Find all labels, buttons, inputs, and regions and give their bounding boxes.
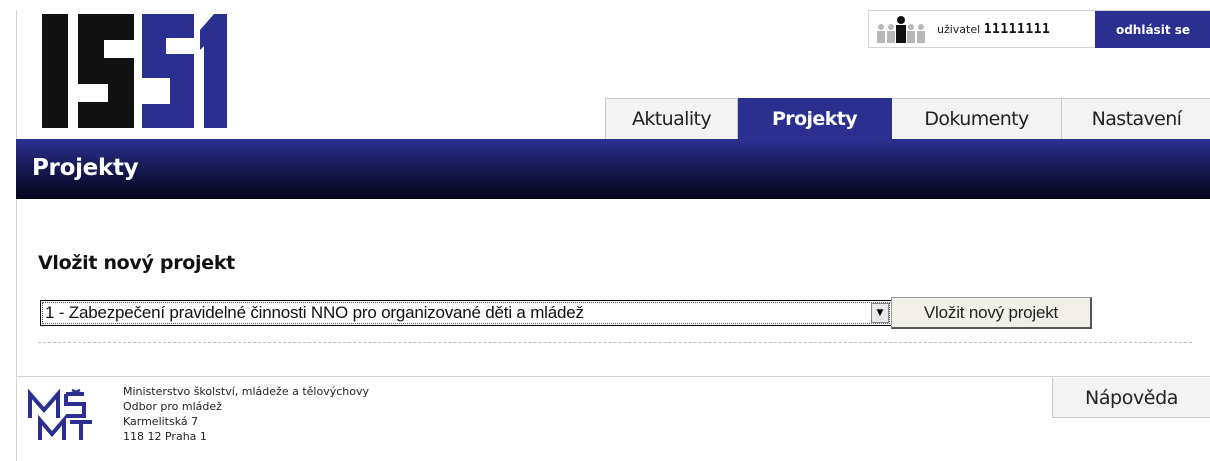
insert-project-button[interactable]: Vložit nový projekt (891, 297, 1092, 329)
project-type-select[interactable]: 1 - Zabezpečení pravidelné činnosti NNO … (40, 300, 892, 326)
footer: Ministerstvo školství, mládeže a tělovýc… (16, 378, 1210, 461)
org-city: 118 12 Praha 1 (123, 430, 207, 443)
tab-dokumenty[interactable]: Dokumenty (892, 98, 1062, 139)
org-street: Karmelitská 7 (123, 415, 199, 428)
divider (38, 342, 1192, 343)
page-header: Projekty (16, 139, 1210, 199)
page-title: Projekty (32, 155, 139, 181)
org-department: Odbor pro mládež (123, 400, 222, 413)
new-project-heading: Vložit nový projekt (38, 252, 235, 274)
user-info: uživatel 11111111 (937, 22, 1050, 37)
tab-aktuality[interactable]: Aktuality (605, 98, 738, 139)
user-id: 11111111 (983, 22, 1051, 37)
tab-nastaveni[interactable]: Nastavení (1062, 98, 1210, 139)
users-icon (877, 16, 925, 43)
user-label: uživatel (937, 23, 981, 36)
user-bar: uživatel 11111111 odhlásit se (868, 10, 1210, 48)
msmt-logo (28, 388, 92, 440)
main-content: Vložit nový projekt 1 - Zabezpečení prav… (16, 199, 1210, 377)
chevron-down-icon[interactable]: ▼ (871, 303, 889, 323)
tab-projekty[interactable]: Projekty (738, 98, 892, 139)
org-name: Ministerstvo školství, mládeže a tělovýc… (123, 385, 369, 398)
project-type-select-value: 1 - Zabezpečení pravidelné činnosti NNO … (45, 303, 584, 322)
org-address: Ministerstvo školství, mládeže a tělovýc… (123, 384, 369, 444)
is51-logo[interactable] (42, 12, 227, 130)
logout-button[interactable]: odhlásit se (1095, 11, 1210, 48)
help-button[interactable]: Nápověda (1052, 378, 1210, 418)
main-nav-tabs: Aktuality Projekty Dokumenty Nastavení (605, 98, 1210, 139)
